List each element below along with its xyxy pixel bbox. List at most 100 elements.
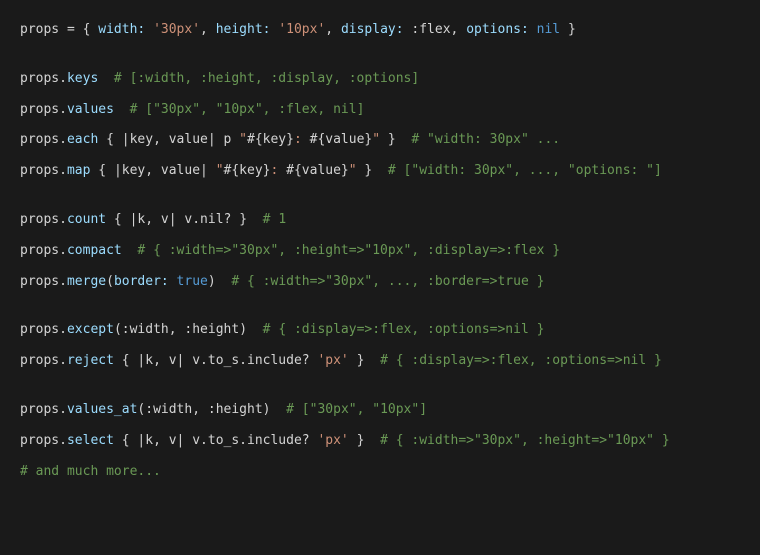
string: 'px' — [317, 353, 348, 368]
brace: } — [357, 163, 373, 178]
code-line-4: props.each { |key, value| p "#{key}: #{v… — [20, 130, 740, 151]
space — [208, 163, 216, 178]
blank-line — [20, 302, 740, 320]
dot: . — [59, 402, 67, 417]
method: merge — [67, 274, 106, 289]
method: keys — [67, 71, 98, 86]
string: " — [372, 132, 380, 147]
paren: ( — [114, 322, 122, 337]
interpolation: #{value} — [310, 132, 373, 147]
code-line-10: props.reject { |k, v| v.to_s.include? 'p… — [20, 351, 740, 372]
interpolation: #{value} — [286, 163, 349, 178]
dot: . — [59, 243, 67, 258]
dot: . — [59, 71, 67, 86]
symbol: :height — [184, 322, 239, 337]
block-args: |k, v| — [137, 433, 184, 448]
blank-line — [20, 192, 740, 210]
paren: ) — [208, 274, 216, 289]
comment: # { :width=>"30px", :height=>"10px", :di… — [122, 243, 560, 258]
string: '30px' — [145, 22, 200, 37]
identifier: v.to_s.include? — [184, 353, 317, 368]
comma: , — [325, 22, 341, 37]
dot: . — [59, 433, 67, 448]
boolean: true — [169, 274, 208, 289]
brace: } — [349, 353, 365, 368]
nil: nil — [529, 22, 560, 37]
interpolation: #{key} — [224, 163, 271, 178]
interpolation: #{key} — [247, 132, 294, 147]
block-args: |key, value| — [122, 132, 216, 147]
brace: } — [349, 433, 365, 448]
variable: props — [20, 22, 59, 37]
paren: ) — [263, 402, 271, 417]
string: " — [349, 163, 357, 178]
comma: , — [451, 22, 467, 37]
identifier: p — [216, 132, 239, 147]
method: except — [67, 322, 114, 337]
dot: . — [59, 322, 67, 337]
blank-line — [20, 51, 740, 69]
string: '10px' — [271, 22, 326, 37]
block-args: |k, v| — [137, 353, 184, 368]
blank-line — [20, 382, 740, 400]
brace: { — [106, 212, 129, 227]
code-line-8: props.merge(border: true) # { :width=>"3… — [20, 272, 740, 293]
comma: , — [200, 22, 216, 37]
variable: props — [20, 132, 59, 147]
brace: } — [239, 212, 247, 227]
brace: } — [380, 132, 396, 147]
comment: # and much more... — [20, 464, 161, 479]
code-line-3: props.values # ["30px", "10px", :flex, n… — [20, 100, 740, 121]
code-line-5: props.map { |key, value| "#{key}: #{valu… — [20, 161, 740, 182]
method: each — [67, 132, 98, 147]
code-line-2: props.keys # [:width, :height, :display,… — [20, 69, 740, 90]
variable: props — [20, 102, 59, 117]
comment: # 1 — [247, 212, 286, 227]
hash-key: height: — [216, 22, 271, 37]
method: reject — [67, 353, 114, 368]
dot: . — [59, 274, 67, 289]
block-args: |k, v| — [130, 212, 177, 227]
comment: # { :width=>"30px", :height=>"10px" } — [364, 433, 669, 448]
brace: } — [560, 22, 576, 37]
comma: , — [169, 322, 185, 337]
string: 'px' — [317, 433, 348, 448]
comment: # { :width=>"30px", ..., :border=>true } — [216, 274, 545, 289]
variable: props — [20, 322, 59, 337]
brace: { — [114, 353, 137, 368]
code-line-11: props.values_at(:width, :height) # ["30p… — [20, 400, 740, 421]
symbol: :flex — [404, 22, 451, 37]
operator: = — [59, 22, 82, 37]
comment: # ["30px", "10px"] — [271, 402, 428, 417]
string: : — [270, 163, 286, 178]
paren: ) — [239, 322, 247, 337]
method: count — [67, 212, 106, 227]
comment: # ["width: 30px", ..., "options: "] — [372, 163, 662, 178]
comma: , — [192, 402, 208, 417]
variable: props — [20, 274, 59, 289]
brace: { — [90, 163, 113, 178]
identifier: v.to_s.include? — [184, 433, 317, 448]
variable: props — [20, 163, 59, 178]
dot: . — [59, 163, 67, 178]
method: values — [67, 102, 114, 117]
hash-key: width: — [98, 22, 145, 37]
method: select — [67, 433, 114, 448]
comment: # [:width, :height, :display, :options] — [98, 71, 419, 86]
hash-key: display: — [341, 22, 404, 37]
comment: # ["30px", "10px", :flex, nil] — [114, 102, 364, 117]
brace: { — [83, 22, 99, 37]
brace: { — [114, 433, 137, 448]
string: " — [216, 163, 224, 178]
method: compact — [67, 243, 122, 258]
code-line-7: props.compact # { :width=>"30px", :heigh… — [20, 241, 740, 262]
method: values_at — [67, 402, 137, 417]
code-block: props = { width: '30px', height: '10px',… — [20, 20, 740, 482]
variable: props — [20, 71, 59, 86]
symbol: :height — [208, 402, 263, 417]
hash-key: options: — [466, 22, 529, 37]
block-args: |key, value| — [114, 163, 208, 178]
comment: # "width: 30px" ... — [396, 132, 560, 147]
code-line-6: props.count { |k, v| v.nil? } # 1 — [20, 210, 740, 231]
dot: . — [59, 353, 67, 368]
